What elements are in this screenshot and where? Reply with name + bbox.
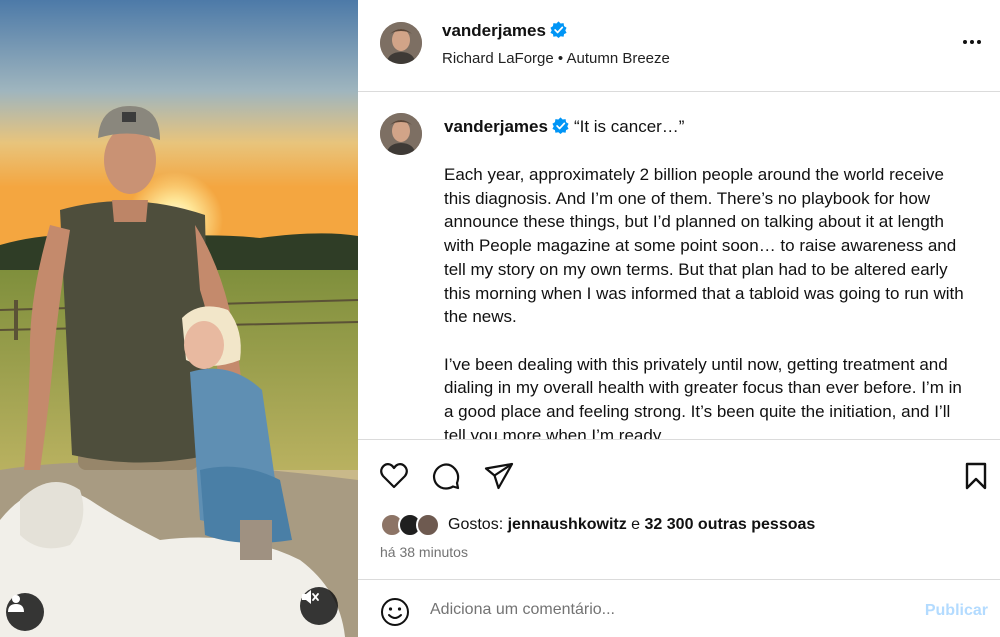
avatar-image xyxy=(380,22,422,64)
more-options-button[interactable] xyxy=(956,30,988,54)
likes-text: Gostos: jennaushkowitz e 32 300 outras p… xyxy=(448,516,815,534)
comment-bubble-icon[interactable] xyxy=(430,460,462,492)
avatar-image xyxy=(380,113,422,155)
audio-track[interactable]: Richard LaForge • Autumn Breeze xyxy=(442,50,670,67)
likes-prefix: Gostos: xyxy=(448,516,504,533)
more-horizontal-icon xyxy=(970,40,974,44)
tagged-users-button[interactable] xyxy=(6,593,44,631)
person-icon xyxy=(8,595,24,612)
likes-summary[interactable]: Gostos: jennaushkowitz e 32 300 outras p… xyxy=(380,512,815,538)
post-sidebar: vanderjames Richard LaForge • Autumn Bre… xyxy=(358,0,1000,637)
more-horizontal-icon xyxy=(977,40,981,44)
verified-badge-icon xyxy=(552,117,569,134)
header-username-row[interactable]: vanderjames xyxy=(442,21,567,41)
more-horizontal-icon xyxy=(963,40,967,44)
heart-icon[interactable] xyxy=(378,460,410,492)
publish-button[interactable]: Publicar xyxy=(925,602,988,620)
avatar[interactable] xyxy=(380,113,422,155)
caption-title: “It is cancer…” xyxy=(573,117,685,136)
smiley-icon[interactable] xyxy=(380,597,410,627)
paper-plane-icon[interactable] xyxy=(483,460,515,492)
post-header: vanderjames Richard LaForge • Autumn Bre… xyxy=(358,0,1000,92)
speaker-muted-icon xyxy=(302,590,319,604)
bookmark-icon[interactable] xyxy=(960,460,992,492)
post-actions: Gostos: jennaushkowitz e 32 300 outras p… xyxy=(358,439,1000,579)
header-username[interactable]: vanderjames xyxy=(442,21,546,40)
comment-bar: Publicar xyxy=(358,579,1000,637)
comment-input[interactable] xyxy=(430,594,900,626)
verified-badge-icon xyxy=(550,21,567,38)
likes-user-link[interactable]: jennaushkowitz xyxy=(508,516,627,533)
caption-username[interactable]: vanderjames xyxy=(444,117,548,136)
likes-connector: e xyxy=(631,516,641,533)
post-photo[interactable] xyxy=(0,0,358,637)
likes-others-link[interactable]: 32 300 outras pessoas xyxy=(645,516,816,533)
caption-text: Each year, approximately 2 billion peopl… xyxy=(444,163,974,439)
caption-paragraph: I’ve been dealing with this privately un… xyxy=(444,354,962,439)
caption-section: vanderjames “It is cancer…” Each year, ap… xyxy=(358,93,1000,439)
photo-scene xyxy=(0,0,358,637)
post-timestamp[interactable]: há 38 minutos xyxy=(380,544,468,560)
mute-toggle-button[interactable] xyxy=(300,587,338,625)
caption-header: vanderjames “It is cancer…” xyxy=(444,117,684,137)
liker-avatar xyxy=(416,513,440,537)
avatar[interactable] xyxy=(380,22,422,64)
caption-paragraph: Each year, approximately 2 billion peopl… xyxy=(444,165,964,327)
